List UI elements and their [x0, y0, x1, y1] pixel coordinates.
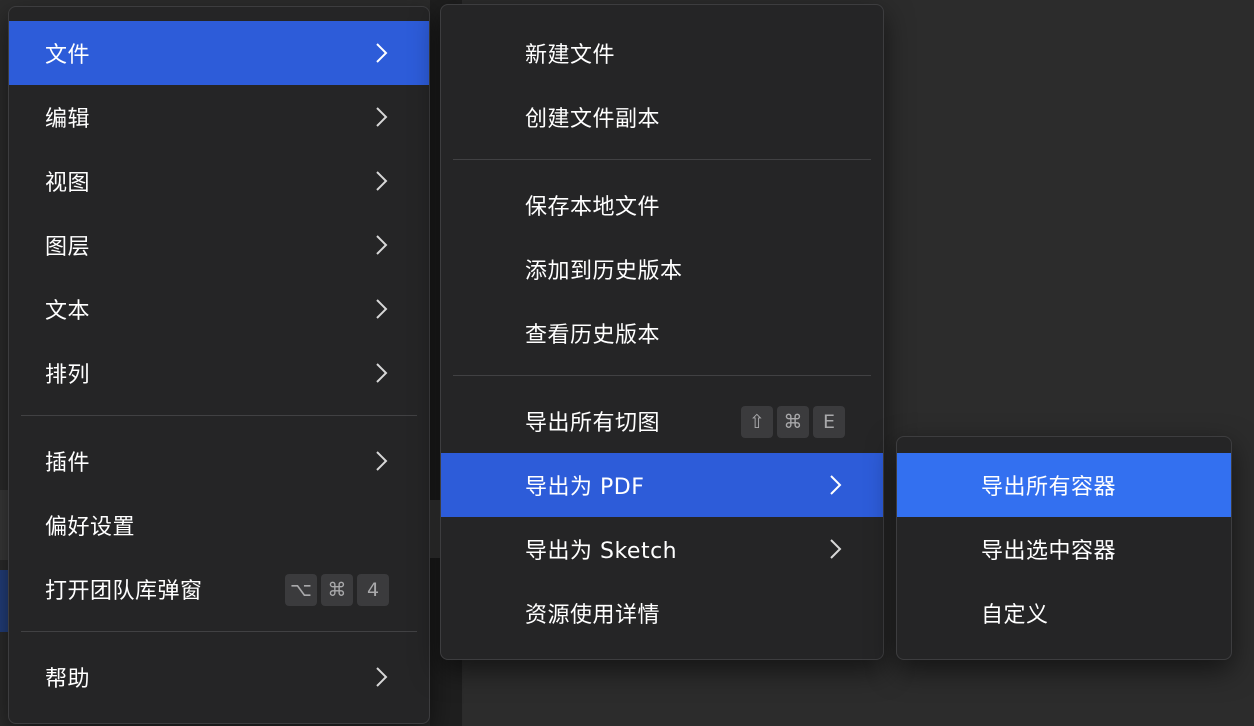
- option-key-icon: ⌥: [285, 574, 317, 606]
- menu-item-view[interactable]: 视图: [9, 149, 429, 213]
- menu-item-label: 图层: [45, 235, 91, 260]
- app-background: 文件 编辑 视图 图层 文本 排列 插件 偏好设置 打开团队库弹窗 ⌥ ⌘ 4 …: [0, 0, 1254, 726]
- menu-item-label: 导出为 Sketch: [525, 539, 678, 564]
- menu-item-preferences[interactable]: 偏好设置: [9, 493, 429, 557]
- menu-item-file[interactable]: 文件: [9, 21, 429, 85]
- menu-item-label: 视图: [45, 171, 91, 196]
- menu-item-add-to-history[interactable]: 添加到历史版本: [441, 237, 883, 301]
- menu-item-view-history[interactable]: 查看历史版本: [441, 301, 883, 365]
- menu-item-label: 导出所有容器: [981, 475, 1117, 500]
- export-pdf-submenu: 导出所有容器 导出选中容器 自定义: [896, 436, 1232, 660]
- menu-item-label: 保存本地文件: [525, 195, 661, 220]
- chevron-right-icon: [373, 362, 391, 384]
- menu-item-resource-usage[interactable]: 资源使用详情: [441, 581, 883, 645]
- menu-item-label: 文本: [45, 299, 91, 324]
- chevron-right-icon: [827, 538, 845, 560]
- chevron-right-icon: [827, 474, 845, 496]
- menu-item-layer[interactable]: 图层: [9, 213, 429, 277]
- menu-item-custom[interactable]: 自定义: [897, 581, 1231, 645]
- main-menu: 文件 编辑 视图 图层 文本 排列 插件 偏好设置 打开团队库弹窗 ⌥ ⌘ 4 …: [8, 6, 430, 724]
- chevron-right-icon: [373, 666, 391, 688]
- chevron-right-icon: [373, 234, 391, 256]
- menu-item-new-file[interactable]: 新建文件: [441, 21, 883, 85]
- menu-separator: [21, 415, 417, 416]
- menu-item-export-pdf[interactable]: 导出为 PDF: [441, 453, 883, 517]
- menu-separator: [453, 159, 871, 160]
- menu-item-label: 资源使用详情: [525, 603, 661, 628]
- menu-separator: [453, 375, 871, 376]
- menu-item-text[interactable]: 文本: [9, 277, 429, 341]
- background-selection: [0, 570, 8, 632]
- shift-key-icon: ⇧: [741, 406, 773, 438]
- menu-item-edit[interactable]: 编辑: [9, 85, 429, 149]
- menu-item-label: 导出为 PDF: [525, 475, 645, 500]
- menu-item-duplicate-file[interactable]: 创建文件副本: [441, 85, 883, 149]
- menu-item-label: 添加到历史版本: [525, 259, 683, 284]
- command-key-icon: ⌘: [777, 406, 809, 438]
- menu-item-label: 自定义: [981, 603, 1049, 628]
- menu-item-export-selected-containers[interactable]: 导出选中容器: [897, 517, 1231, 581]
- menu-item-label: 帮助: [45, 667, 91, 692]
- file-submenu: 新建文件 创建文件副本 保存本地文件 添加到历史版本 查看历史版本 导出所有切图…: [440, 4, 884, 660]
- chevron-right-icon: [373, 106, 391, 128]
- menu-item-save-local[interactable]: 保存本地文件: [441, 173, 883, 237]
- key-e: E: [813, 406, 845, 438]
- menu-item-export-sketch[interactable]: 导出为 Sketch: [441, 517, 883, 581]
- menu-item-label: 文件: [45, 43, 91, 68]
- menu-item-help[interactable]: 帮助: [9, 645, 429, 709]
- menu-item-label: 插件: [45, 451, 91, 476]
- menu-item-open-team-library[interactable]: 打开团队库弹窗 ⌥ ⌘ 4: [9, 557, 429, 621]
- menu-separator: [21, 631, 417, 632]
- chevron-right-icon: [373, 298, 391, 320]
- menu-item-plugins[interactable]: 插件: [9, 429, 429, 493]
- chevron-right-icon: [373, 42, 391, 64]
- keyboard-shortcut: ⌥ ⌘ 4: [285, 574, 389, 606]
- menu-item-label: 排列: [45, 363, 91, 388]
- command-key-icon: ⌘: [321, 574, 353, 606]
- chevron-right-icon: [373, 170, 391, 192]
- background-panel: [0, 490, 8, 560]
- key-4: 4: [357, 574, 389, 606]
- menu-item-label: 打开团队库弹窗: [45, 579, 203, 604]
- keyboard-shortcut: ⇧ ⌘ E: [741, 406, 845, 438]
- menu-item-label: 新建文件: [525, 43, 616, 68]
- chevron-right-icon: [373, 450, 391, 472]
- menu-item-export-all-containers[interactable]: 导出所有容器: [897, 453, 1231, 517]
- menu-item-arrange[interactable]: 排列: [9, 341, 429, 405]
- menu-item-label: 编辑: [45, 107, 91, 132]
- menu-item-label: 查看历史版本: [525, 323, 661, 348]
- menu-item-label: 创建文件副本: [525, 107, 661, 132]
- menu-item-label: 导出选中容器: [981, 539, 1117, 564]
- menu-item-export-all-slices[interactable]: 导出所有切图 ⇧ ⌘ E: [441, 389, 883, 453]
- menu-item-label: 导出所有切图: [525, 411, 661, 436]
- menu-item-label: 偏好设置: [45, 515, 136, 540]
